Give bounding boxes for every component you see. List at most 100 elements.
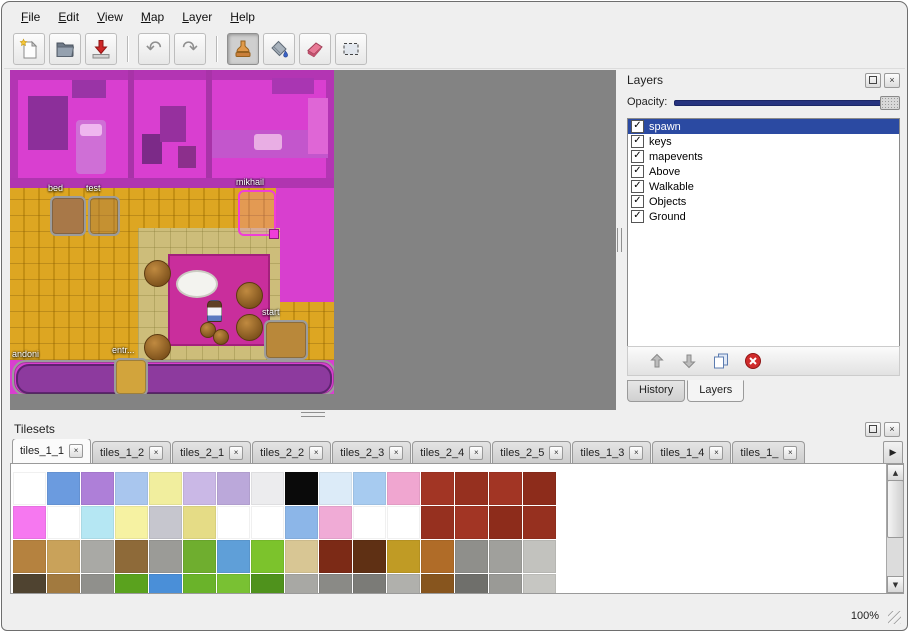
tab-history[interactable]: History bbox=[627, 380, 685, 402]
new-file-button[interactable] bbox=[13, 33, 45, 65]
tile-0-7[interactable] bbox=[251, 472, 284, 505]
menu-layer[interactable]: Layer bbox=[173, 7, 221, 27]
lower-layer-button[interactable] bbox=[678, 350, 700, 372]
tile-3-3[interactable] bbox=[115, 574, 148, 594]
tile-2-10[interactable] bbox=[353, 540, 386, 573]
tab-close-icon[interactable]: × bbox=[389, 446, 403, 460]
tab-close-icon[interactable]: × bbox=[309, 446, 323, 460]
tile-1-13[interactable] bbox=[455, 506, 488, 539]
tile-2-13[interactable] bbox=[455, 540, 488, 573]
tile-3-13[interactable] bbox=[455, 574, 488, 594]
tileset-tab-tiles_2_3[interactable]: tiles_2_3× bbox=[332, 441, 411, 463]
layer-row-spawn[interactable]: ✓spawn bbox=[628, 119, 899, 134]
save-button[interactable] bbox=[85, 33, 117, 65]
tile-2-8[interactable] bbox=[285, 540, 318, 573]
tile-1-8[interactable] bbox=[285, 506, 318, 539]
tile-0-0[interactable] bbox=[13, 472, 46, 505]
tile-1-15[interactable] bbox=[523, 506, 556, 539]
horizontal-splitter[interactable] bbox=[10, 410, 616, 419]
delete-layer-button[interactable] bbox=[742, 350, 764, 372]
menu-view[interactable]: View bbox=[88, 7, 132, 27]
tileset-tab-tiles_1_2[interactable]: tiles_1_2× bbox=[92, 441, 171, 463]
tileset-tab-tiles_1_[interactable]: tiles_1_× bbox=[732, 441, 805, 463]
tileset-tab-tiles_1_4[interactable]: tiles_1_4× bbox=[652, 441, 731, 463]
layer-visibility-checkbox[interactable]: ✓ bbox=[631, 195, 644, 208]
tile-3-14[interactable] bbox=[489, 574, 522, 594]
tile-2-5[interactable] bbox=[183, 540, 216, 573]
tile-1-9[interactable] bbox=[319, 506, 352, 539]
undo-button[interactable]: ↶ bbox=[138, 33, 170, 65]
tileset-view[interactable]: ▲ ▼ bbox=[10, 463, 904, 594]
tile-0-2[interactable] bbox=[81, 472, 114, 505]
tileset-tab-tiles_2_1[interactable]: tiles_2_1× bbox=[172, 441, 251, 463]
tile-0-9[interactable] bbox=[319, 472, 352, 505]
map-object-test[interactable] bbox=[88, 196, 120, 236]
stamp-brush-button[interactable] bbox=[227, 33, 259, 65]
tile-2-0[interactable] bbox=[13, 540, 46, 573]
tile-2-2[interactable] bbox=[81, 540, 114, 573]
tileset-tab-tiles_2_4[interactable]: tiles_2_4× bbox=[412, 441, 491, 463]
menu-map[interactable]: Map bbox=[132, 7, 173, 27]
tile-1-10[interactable] bbox=[353, 506, 386, 539]
tile-3-7[interactable] bbox=[251, 574, 284, 594]
tile-1-11[interactable] bbox=[387, 506, 420, 539]
tileset-tab-tiles_2_5[interactable]: tiles_2_5× bbox=[492, 441, 571, 463]
bucket-fill-button[interactable] bbox=[263, 33, 295, 65]
tile-1-7[interactable] bbox=[251, 506, 284, 539]
tile-2-6[interactable] bbox=[217, 540, 250, 573]
layer-row-Above[interactable]: ✓Above bbox=[628, 164, 899, 179]
tile-3-11[interactable] bbox=[387, 574, 420, 594]
layer-row-mapevents[interactable]: ✓mapevents bbox=[628, 149, 899, 164]
tab-close-icon[interactable]: × bbox=[709, 446, 723, 460]
layer-row-Walkable[interactable]: ✓Walkable bbox=[628, 179, 899, 194]
menu-help[interactable]: Help bbox=[221, 7, 264, 27]
tile-0-4[interactable] bbox=[149, 472, 182, 505]
map-canvas[interactable]: bedtestmikhailstartentr...andoni bbox=[10, 70, 334, 394]
redo-button[interactable]: ↷ bbox=[174, 33, 206, 65]
layers-close-button[interactable]: × bbox=[884, 73, 900, 88]
tile-2-3[interactable] bbox=[115, 540, 148, 573]
layer-visibility-checkbox[interactable]: ✓ bbox=[631, 135, 644, 148]
tileset-scrollbar[interactable]: ▲ ▼ bbox=[886, 464, 903, 593]
tileset-tab-tiles_1_1[interactable]: tiles_1_1× bbox=[12, 439, 91, 463]
resize-grip[interactable] bbox=[888, 611, 901, 624]
tilesets-float-button[interactable] bbox=[865, 422, 881, 437]
tab-close-icon[interactable]: × bbox=[629, 446, 643, 460]
tile-2-1[interactable] bbox=[47, 540, 80, 573]
scroll-down-button[interactable]: ▼ bbox=[887, 576, 904, 593]
menu-edit[interactable]: Edit bbox=[49, 7, 88, 27]
tile-1-1[interactable] bbox=[47, 506, 80, 539]
tab-close-icon[interactable]: × bbox=[229, 446, 243, 460]
map-object-start[interactable] bbox=[264, 320, 308, 360]
layer-visibility-checkbox[interactable]: ✓ bbox=[631, 120, 644, 133]
tab-close-icon[interactable]: × bbox=[783, 446, 797, 460]
scroll-thumb[interactable] bbox=[887, 480, 904, 538]
tile-3-6[interactable] bbox=[217, 574, 250, 594]
open-button[interactable] bbox=[49, 33, 81, 65]
tilesets-close-button[interactable]: × bbox=[884, 422, 900, 437]
tile-3-8[interactable] bbox=[285, 574, 318, 594]
tile-0-3[interactable] bbox=[115, 472, 148, 505]
duplicate-layer-button[interactable] bbox=[710, 350, 732, 372]
tile-3-10[interactable] bbox=[353, 574, 386, 594]
tile-0-14[interactable] bbox=[489, 472, 522, 505]
tile-0-8[interactable] bbox=[285, 472, 318, 505]
tile-2-7[interactable] bbox=[251, 540, 284, 573]
tile-1-3[interactable] bbox=[115, 506, 148, 539]
tile-1-0[interactable] bbox=[13, 506, 46, 539]
layer-visibility-checkbox[interactable]: ✓ bbox=[631, 210, 644, 223]
tile-1-6[interactable] bbox=[217, 506, 250, 539]
layer-visibility-checkbox[interactable]: ✓ bbox=[631, 165, 644, 178]
tile-2-15[interactable] bbox=[523, 540, 556, 573]
tile-3-12[interactable] bbox=[421, 574, 454, 594]
tile-0-15[interactable] bbox=[523, 472, 556, 505]
tile-1-4[interactable] bbox=[149, 506, 182, 539]
tile-3-4[interactable] bbox=[149, 574, 182, 594]
tile-2-9[interactable] bbox=[319, 540, 352, 573]
tile-2-12[interactable] bbox=[421, 540, 454, 573]
tile-1-14[interactable] bbox=[489, 506, 522, 539]
layer-row-Objects[interactable]: ✓Objects bbox=[628, 194, 899, 209]
tileset-tab-tiles_1_3[interactable]: tiles_1_3× bbox=[572, 441, 651, 463]
tile-0-5[interactable] bbox=[183, 472, 216, 505]
map-object-bed[interactable] bbox=[50, 196, 86, 236]
